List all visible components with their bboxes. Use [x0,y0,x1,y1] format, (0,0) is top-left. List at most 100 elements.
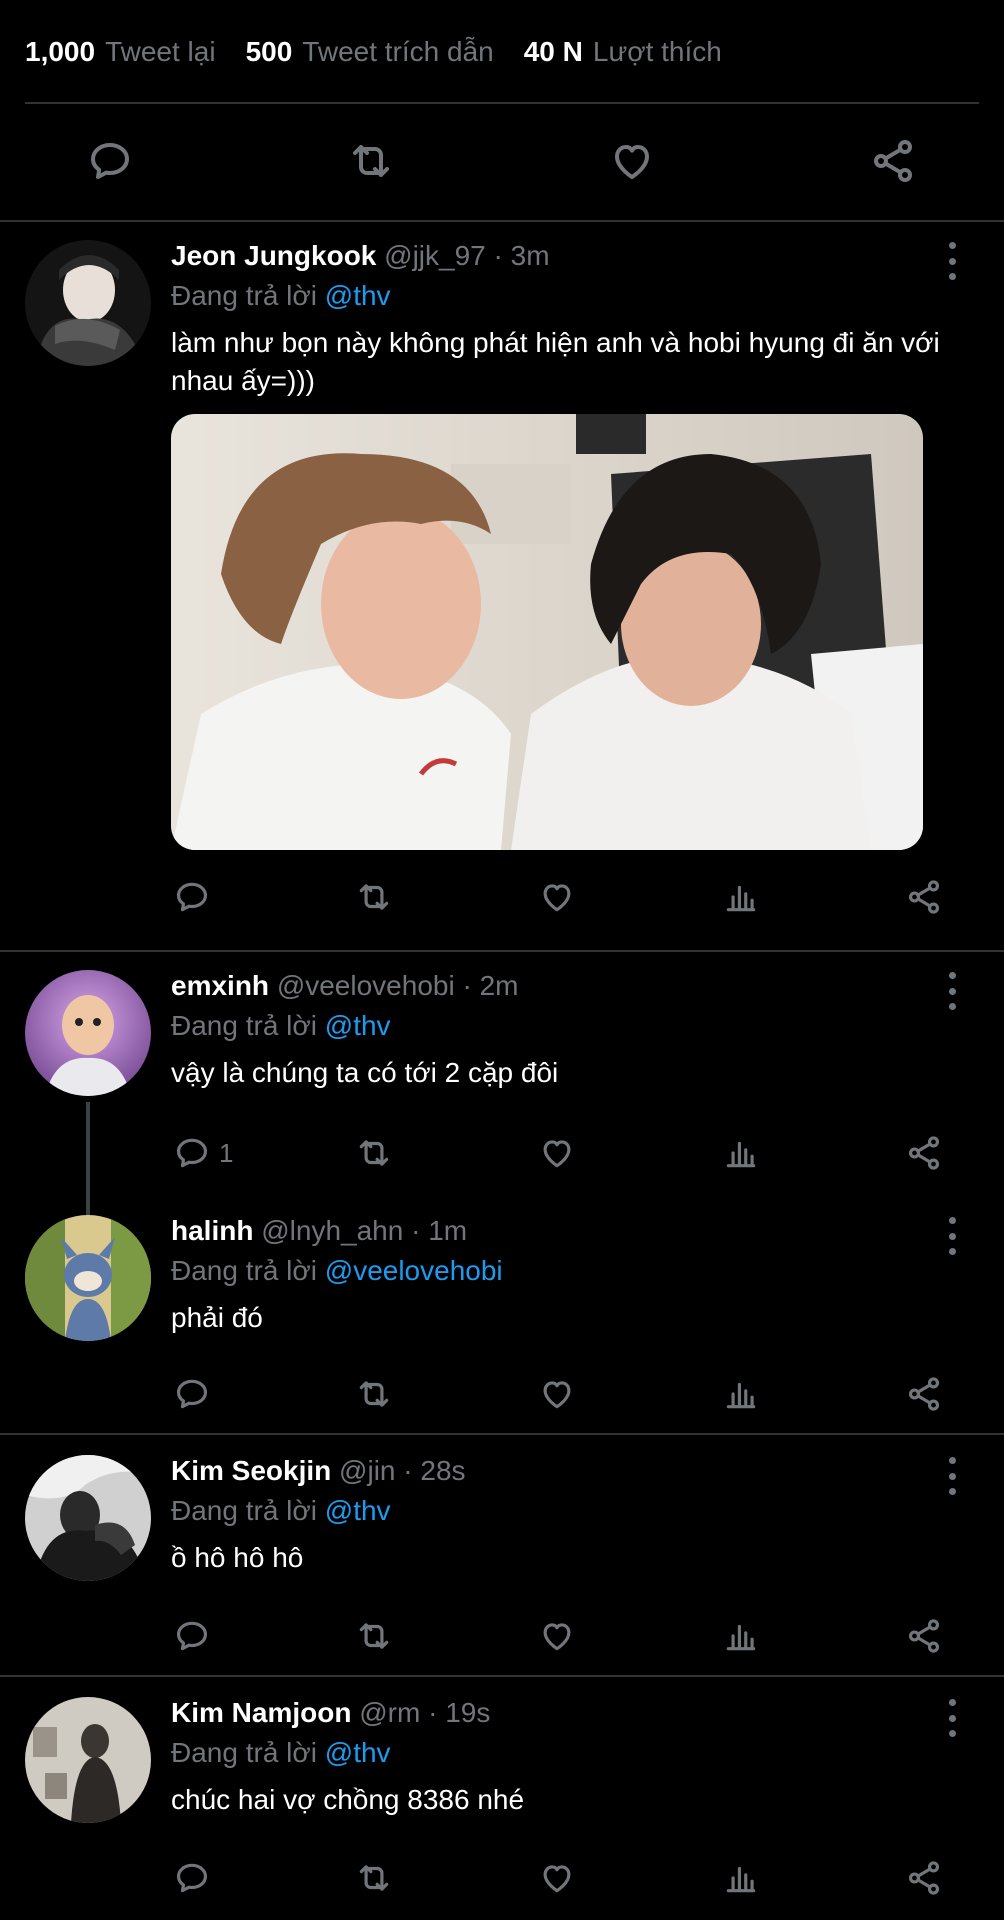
reply-button[interactable] [173,1369,219,1419]
stats-divider [25,102,979,104]
like-button[interactable] [538,1611,576,1661]
main-like-button[interactable] [607,136,657,186]
reply-button[interactable] [173,1611,219,1661]
like-icon [543,1381,571,1409]
reply-button[interactable]: 1 [173,1128,233,1178]
avatar-halinh [25,1215,151,1341]
like-button[interactable] [538,1853,576,1903]
like-label[interactable]: Lượt thích [593,36,722,68]
reply-button[interactable] [173,1853,219,1903]
analytics-icon [726,885,756,912]
reply-tweet[interactable]: Jeon Jungkook @jjk_97 · 3m Đang trả lời … [0,222,1004,952]
retweet-icon [359,1623,389,1649]
like-count[interactable]: 40 N [524,36,583,68]
more-options-button[interactable] [940,1217,964,1255]
like-icon [543,1865,571,1893]
share-icon [908,1377,940,1411]
like-button[interactable] [538,1369,576,1419]
display-name[interactable]: Kim Seokjin [171,1455,331,1486]
share-icon [874,140,912,182]
display-name[interactable]: Kim Namjoon [171,1697,351,1728]
reply-icon [91,143,129,179]
avatar[interactable] [25,970,151,1096]
mention-link[interactable]: @veelovehobi [325,1255,503,1286]
more-options-button[interactable] [940,1699,964,1737]
tweet-header: emxinh @veelovehobi · 2m [171,970,518,1002]
share-button[interactable] [905,1611,943,1661]
replying-to-label: Đang trả lời [171,280,317,311]
replying-to-label: Đang trả lời [171,1010,317,1041]
display-name[interactable]: Jeon Jungkook [171,240,376,271]
retweet-icon [359,884,389,910]
replying-to-label: Đang trả lời [171,1495,317,1526]
tweet-text: phải đó [171,1302,263,1333]
tweet-action-bar: 1 [0,1128,1004,1178]
mention-link[interactable]: @thv [325,1010,391,1041]
like-icon [543,884,571,912]
main-share-button[interactable] [868,136,918,186]
share-icon [908,1136,940,1170]
reply-icon [176,1138,208,1168]
tweet-header: halinh @lnyh_ahn · 1m [171,1215,467,1247]
mention-link[interactable]: @thv [325,1737,391,1768]
share-button[interactable] [905,872,943,922]
handle-time: @jin · 28s [339,1455,466,1486]
analytics-icon [726,1624,756,1651]
share-button[interactable] [905,1369,943,1419]
avatar[interactable] [25,240,151,366]
mention-link[interactable]: @thv [325,1495,391,1526]
retweet-icon [353,145,389,177]
mention-link[interactable]: @thv [325,280,391,311]
display-name[interactable]: halinh [171,1215,253,1246]
avatar-jungkook [25,240,151,366]
analytics-icon [726,1382,756,1409]
share-button[interactable] [905,1128,943,1178]
more-options-button[interactable] [940,242,964,280]
avatar[interactable] [25,1697,151,1823]
reply-button[interactable] [173,872,219,922]
analytics-icon [726,1866,756,1893]
share-icon [908,1619,940,1653]
avatar-seokjin [25,1455,151,1581]
quote-tweet-label[interactable]: Tweet trích dẫn [302,36,493,68]
analytics-button[interactable] [722,1611,760,1661]
retweet-button[interactable] [355,872,393,922]
retweet-count[interactable]: 1,000 [25,36,95,68]
analytics-button[interactable] [722,872,760,922]
analytics-button[interactable] [722,1369,760,1419]
reply-tweet[interactable]: Kim Namjoon @rm · 19s Đang trả lời @thv … [0,1677,1004,1920]
share-button[interactable] [905,1853,943,1903]
more-options-button[interactable] [940,972,964,1010]
share-icon [908,1861,940,1895]
retweet-button[interactable] [355,1853,393,1903]
retweet-button[interactable] [355,1611,393,1661]
handle-time: @rm · 19s [359,1697,491,1728]
tweet-media-image[interactable] [171,414,923,850]
retweet-icon [359,1381,389,1407]
handle-time: @veelovehobi · 2m [276,970,519,1001]
avatar[interactable] [25,1215,151,1341]
like-button[interactable] [538,872,576,922]
tweet-action-bar [0,872,1004,922]
retweet-button[interactable] [355,1369,393,1419]
reply-tweet[interactable]: Kim Seokjin @jin · 28s Đang trả lời @thv… [0,1435,1004,1675]
reply-tweet[interactable]: halinh @lnyh_ahn · 1m Đang trả lời @veel… [0,1193,1004,1433]
reply-icon [176,1621,208,1651]
like-icon [543,1140,571,1168]
avatar[interactable] [25,1455,151,1581]
reply-tweet[interactable]: emxinh @veelovehobi · 2m Đang trả lời @t… [0,952,1004,1220]
analytics-button[interactable] [722,1853,760,1903]
main-reply-button[interactable] [85,136,135,186]
more-options-button[interactable] [940,1457,964,1495]
main-retweet-button[interactable] [346,136,396,186]
retweet-button[interactable] [355,1128,393,1178]
retweet-label[interactable]: Tweet lại [105,36,216,68]
analytics-button[interactable] [722,1128,760,1178]
quote-tweet-count[interactable]: 500 [246,36,293,68]
reply-icon [176,882,208,912]
like-button[interactable] [538,1128,576,1178]
display-name[interactable]: emxinh [171,970,269,1001]
like-icon [615,145,649,179]
tweet-action-bar [0,1369,1004,1419]
replying-to: Đang trả lời @thv [171,1495,391,1527]
